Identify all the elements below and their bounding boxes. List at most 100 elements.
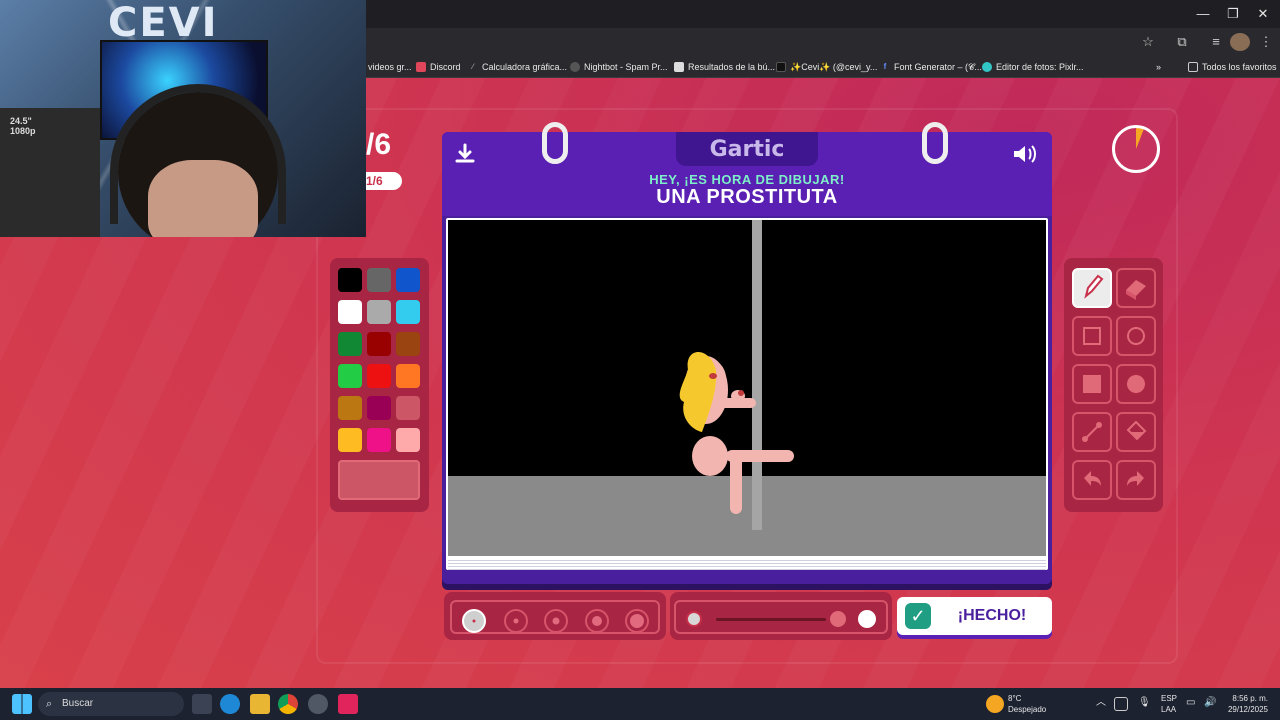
eraser-icon[interactable] <box>1116 268 1156 308</box>
webcam-overlay: CEVI 24.5" 1080p <box>0 0 366 237</box>
weather-moon-icon[interactable] <box>986 695 1004 713</box>
bookmark-item[interactable]: Editor de fotos: Pixlr... <box>982 59 1084 75</box>
taskbar-search[interactable]: ⌕ Buscar <box>38 692 184 716</box>
extensions-icon[interactable]: ⧉ <box>1172 33 1192 51</box>
keyboard-layout[interactable]: LAA <box>1161 705 1176 715</box>
sound-icon[interactable] <box>1008 142 1042 172</box>
tools-panel <box>1064 258 1163 512</box>
color-swatch[interactable] <box>396 332 420 356</box>
restore-button[interactable]: ❐ <box>1218 4 1248 24</box>
tray-overflow-chevron-icon[interactable]: ︿ <box>1096 698 1106 708</box>
language-code[interactable]: ESP <box>1161 694 1177 704</box>
color-swatch[interactable] <box>367 396 391 420</box>
bookmark-item[interactable]: Discord <box>416 59 461 75</box>
undo-icon[interactable] <box>1072 460 1112 500</box>
color-swatch[interactable] <box>396 300 420 324</box>
discord-icon <box>416 62 426 72</box>
color-swatch[interactable] <box>367 428 391 452</box>
opacity-max-icon <box>858 610 876 628</box>
task-view-icon[interactable] <box>192 694 212 714</box>
color-swatch[interactable] <box>396 268 420 292</box>
fill-bucket-icon[interactable] <box>1116 412 1156 452</box>
edge-icon[interactable] <box>220 694 240 714</box>
filled-rectangle-icon[interactable] <box>1072 364 1112 404</box>
network-icon[interactable]: ▭ <box>1186 698 1195 708</box>
color-swatch[interactable] <box>338 300 362 324</box>
redo-icon[interactable] <box>1116 460 1156 500</box>
brush-size-panel <box>444 592 666 640</box>
color-swatch[interactable] <box>338 268 362 292</box>
bookmark-item[interactable]: videos gr... <box>368 59 412 75</box>
done-button[interactable]: ✓ ¡HECHO! <box>897 597 1052 635</box>
bookmark-star-icon[interactable]: ☆ <box>1138 33 1158 51</box>
nightbot-icon <box>570 62 580 72</box>
color-palette <box>330 258 429 512</box>
chrome-icon[interactable] <box>278 694 298 714</box>
profile-avatar[interactable] <box>1230 33 1250 51</box>
minimize-button[interactable]: — <box>1188 4 1218 24</box>
bookmark-item[interactable]: ✨Cevi✨ (@cevi_y... <box>776 59 877 75</box>
color-swatch[interactable] <box>367 300 391 324</box>
filled-ellipse-icon[interactable] <box>1116 364 1156 404</box>
color-swatch[interactable] <box>338 332 362 356</box>
pencil-icon[interactable] <box>1072 268 1112 308</box>
bookmark-item[interactable]: f Font Generator – (𝓒... <box>880 59 982 75</box>
media-controls-icon[interactable]: ≡ <box>1206 33 1226 51</box>
drawing-board: Gartic HEY, ¡ES HORA DE DIBUJAR! UNA PRO… <box>442 122 1052 584</box>
desmos-icon: ∕ <box>472 62 474 71</box>
drawing-canvas[interactable] <box>448 220 1046 556</box>
clock-time[interactable]: 8:56 p. m. <box>1226 694 1268 704</box>
opacity-handle[interactable] <box>830 611 846 627</box>
brush-size-4[interactable] <box>585 609 609 633</box>
windows-start-icon[interactable] <box>12 694 32 714</box>
round-pill: 1/6 <box>366 172 402 190</box>
ellipse-icon[interactable] <box>1116 316 1156 356</box>
search-icon: ⌕ <box>46 698 53 710</box>
brush-size-5[interactable] <box>625 609 649 633</box>
weather-temp[interactable]: 8°C <box>1008 694 1021 704</box>
opacity-min-icon <box>686 611 702 627</box>
tiktok-live-icon[interactable] <box>338 694 358 714</box>
bookmark-item[interactable]: Resultados de la bú... <box>674 59 775 75</box>
color-swatch[interactable] <box>396 396 420 420</box>
menu-kebab-icon[interactable]: ⋮ <box>1256 33 1276 51</box>
file-explorer-icon[interactable] <box>250 694 270 714</box>
bookmark-item[interactable]: ∕ Calculadora gráfica... <box>468 59 567 75</box>
color-swatch[interactable] <box>396 428 420 452</box>
brush-size-3[interactable] <box>544 609 568 633</box>
download-icon[interactable] <box>448 142 482 172</box>
color-swatch[interactable] <box>367 268 391 292</box>
more-bookmarks-chevron-icon[interactable]: » <box>1156 59 1161 75</box>
opacity-slider[interactable] <box>674 600 888 634</box>
windows-taskbar: ⌕ Buscar 8°C Despejado ︿ 🎙 ESP LAA ▭ 🔊 8… <box>0 688 1280 720</box>
clock-date[interactable]: 29/12/2025 <box>1222 705 1268 715</box>
color-swatch[interactable] <box>338 364 362 388</box>
page-edges <box>448 558 1046 570</box>
checkmark-icon: ✓ <box>905 603 931 629</box>
microphone-icon[interactable]: 🎙 <box>1138 698 1151 708</box>
color-swatch[interactable] <box>396 364 420 388</box>
all-bookmarks-folder[interactable]: Todos los favoritos <box>1188 59 1277 75</box>
close-window-button[interactable]: ✕ <box>1248 4 1278 24</box>
obs-icon[interactable] <box>308 694 328 714</box>
round-counter: /6 <box>366 128 392 161</box>
word-to-draw: UNA PROSTITUTA <box>656 186 838 208</box>
weather-desc[interactable]: Despejado <box>1008 705 1046 715</box>
binder-ring <box>542 122 568 164</box>
line-icon[interactable] <box>1072 412 1112 452</box>
brush-size-1[interactable] <box>462 609 486 633</box>
tray-app-icon[interactable] <box>1114 697 1128 711</box>
brush-size-2[interactable] <box>504 609 528 633</box>
opacity-track[interactable] <box>716 618 826 621</box>
color-swatch[interactable] <box>338 428 362 452</box>
hint-text: HEY, ¡ES HORA DE DIBUJAR! <box>649 172 845 187</box>
color-swatch[interactable] <box>367 364 391 388</box>
rectangle-icon[interactable] <box>1072 316 1112 356</box>
color-swatch[interactable] <box>367 332 391 356</box>
color-swatch[interactable] <box>338 396 362 420</box>
selected-color-swatch <box>338 460 420 500</box>
bookmark-item[interactable]: Nightbot - Spam Pr... <box>570 59 668 75</box>
doc-icon <box>674 62 684 72</box>
gartic-logo: Gartic <box>676 132 818 166</box>
volume-icon[interactable]: 🔊 <box>1204 698 1216 708</box>
